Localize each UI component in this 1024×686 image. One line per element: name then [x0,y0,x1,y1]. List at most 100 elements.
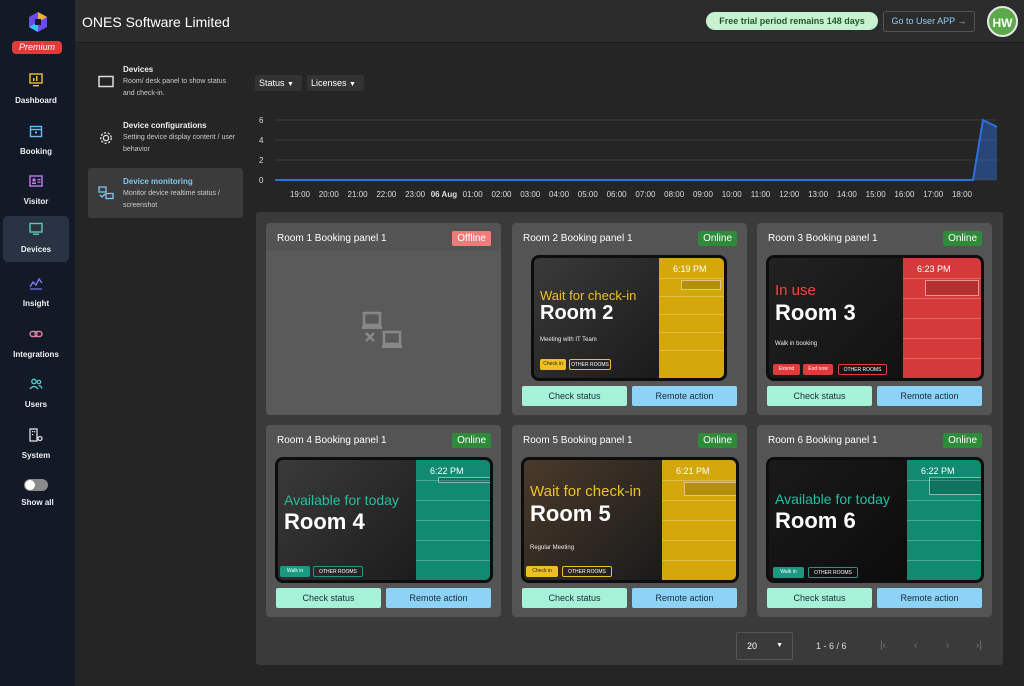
device-card-room6: Room 6 Booking panel 1 Online Available … [757,425,992,617]
device-card-room1: Room 1 Booking panel 1 Offline [266,223,501,415]
first-page-icon[interactable]: |‹ [880,640,886,651]
nav-booking[interactable]: Booking [3,118,69,164]
remote-action-button[interactable]: Remote action [877,386,982,406]
status-filter[interactable]: Status ▼ [255,75,302,91]
device-screenshot[interactable]: Available for today Room 4 Walk in OTHER… [275,457,493,583]
screen-clock: 6:23 PM [917,264,951,274]
licenses-filter[interactable]: Licenses ▼ [307,75,364,91]
device-screenshot[interactable]: In use Room 3 Walk in booking Extend End… [766,255,984,381]
screen-extend-button: Extend [773,364,800,375]
status-badge: Online [698,433,737,448]
prev-page-icon[interactable]: ‹ [914,640,917,651]
screen-room-name: Room 2 [540,302,614,324]
device-screenshot[interactable]: Wait for check-in Room 5 Regular Meeting… [521,457,739,583]
page-range: 1 - 6 / 6 [816,641,847,651]
show-all-toggle[interactable] [24,479,48,491]
company-name: ONES Software Limited [82,14,230,30]
status-filter-label: Status [259,78,285,88]
submenu-desc: Monitor device realtime status / screens… [123,190,220,209]
screen-walk-in-button: Walk in [773,567,804,578]
screen-clock: 6:21 PM [676,466,710,476]
remote-action-button[interactable]: Remote action [877,588,982,608]
x-tick-label: 20:00 [319,190,340,199]
gear-icon [100,132,112,144]
nav-system[interactable]: System [3,422,69,468]
series-line [275,118,998,181]
check-status-button[interactable]: Check status [767,588,872,608]
screen-room-name: Room 3 [775,300,856,325]
go-to-user-app-button[interactable]: Go to User APP → [883,11,975,32]
remote-action-button[interactable]: Remote action [386,588,491,608]
x-tick-label: 19:00 [290,190,311,199]
nav-insight[interactable]: Insight [3,270,69,316]
nav-dashboard[interactable]: Dashboard [3,67,69,113]
x-tick-label: 12:00 [779,190,800,199]
check-status-button[interactable]: Check status [522,386,627,406]
remote-action-button[interactable]: Remote action [632,588,737,608]
x-tick-label: 22:00 [376,190,397,199]
x-tick-label: 10:00 [722,190,743,199]
screen-other-rooms-button: OTHER ROOMS [569,359,611,370]
screen-left: Available for today Room 4 Walk in OTHER… [278,460,416,580]
building-gear-icon [29,428,43,442]
device-screenshot[interactable]: Available for today Room 6 Walk in OTHER… [766,457,984,583]
check-status-button[interactable]: Check status [276,588,381,608]
screen-check-in-button: Check in [540,359,566,370]
nav-label: Devices [20,245,52,254]
caret-down-icon: ▼ [776,642,783,649]
screen-other-rooms-button: OTHER ROOMS [313,566,363,577]
submenu-device-configurations[interactable]: Device configurations Setting device dis… [88,116,243,161]
trial-badge: Free trial period remains 148 days [706,12,878,30]
card-title: Room 2 Booking panel 1 [523,233,633,244]
screen-event-block [929,477,981,495]
submenu-title: Devices [123,65,154,74]
screen-meeting: Walk in booking [775,341,818,347]
page-size-select[interactable]: 20 ▼ [736,632,793,660]
check-status-button[interactable]: Check status [522,588,627,608]
last-page-icon[interactable]: ›| [976,640,982,651]
x-tick-label: 05:00 [578,190,599,199]
card-title: Room 5 Booking panel 1 [523,435,633,446]
screen-end-now-button: End now [803,364,833,375]
page-size-value: 20 [747,641,758,651]
nav-label: Users [24,400,48,409]
nav-devices[interactable]: Devices [3,216,69,262]
x-tick-label: 14:00 [837,190,858,199]
nav-visitor[interactable]: Visitor [3,168,69,214]
status-badge: Offline [452,231,491,246]
monitor-chart-icon [29,73,43,87]
calendar-icon [29,125,43,138]
user-avatar[interactable]: HW [987,6,1018,37]
users-icon [29,378,43,390]
nav-label: Insight [22,299,50,308]
submenu-device-monitoring[interactable]: Device monitoring Monitor device realtim… [88,168,243,218]
submenu-desc: Room/ desk panel to show status and chec… [123,78,227,97]
screen-schedule: 6:23 PM [903,258,981,378]
screen-status: Available for today [284,492,399,508]
x-tick-label: 16:00 [894,190,915,199]
status-badge: Online [943,433,982,448]
card-title: Room 6 Booking panel 1 [768,435,878,446]
nav-users[interactable]: Users [3,371,69,417]
submenu-devices[interactable]: Devices Room/ desk panel to show status … [88,60,243,105]
licenses-filter-label: Licenses [311,78,347,88]
app-logo-icon [29,12,47,32]
monitor-icon [29,222,43,235]
y-tick-label: 4 [259,136,264,145]
submenu-title: Device monitoring [123,177,193,186]
x-tick-label: 18:00 [952,190,973,199]
sidebar: Premium Dashboard Booking Visitor Device… [0,0,75,686]
next-page-icon[interactable]: › [946,640,949,651]
check-status-button[interactable]: Check status [767,386,872,406]
device-screenshot[interactable]: Wait for check-in Room 2 Meeting with IT… [531,255,727,381]
link-icon [29,330,43,338]
screen-left: Wait for check-in Room 5 Regular Meeting… [524,460,662,580]
x-tick-label: 17:00 [923,190,944,199]
status-badge: Online [452,433,491,448]
remote-action-button[interactable]: Remote action [632,386,737,406]
offline-placeholder [266,251,501,415]
x-tick-label: 23:00 [405,190,426,199]
x-tick-label: 09:00 [693,190,714,199]
screen-room-name: Room 5 [530,501,611,526]
nav-integrations[interactable]: Integrations [3,321,69,367]
